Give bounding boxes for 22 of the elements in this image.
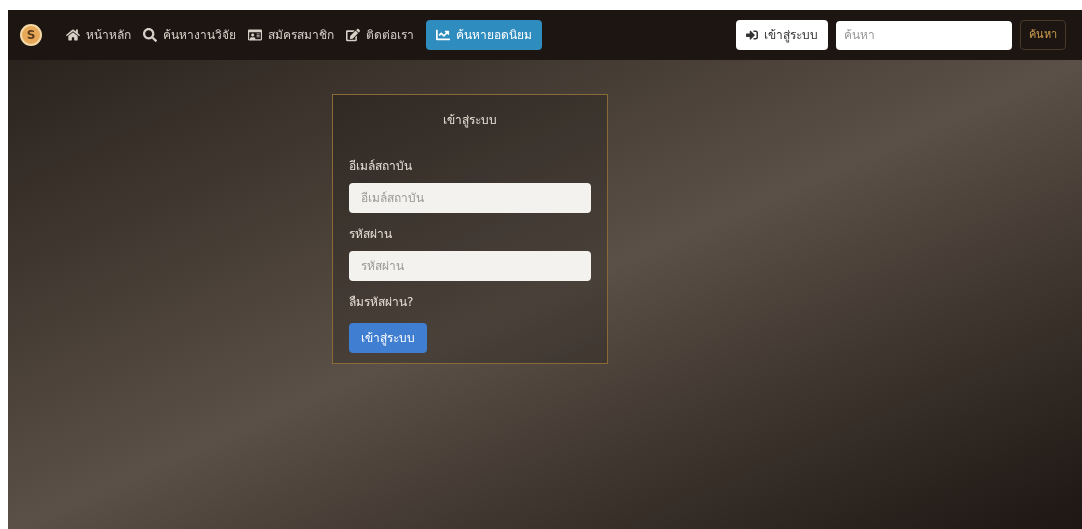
search-icon bbox=[143, 28, 157, 42]
submit-button[interactable]: เข้าสู่ระบบ bbox=[349, 323, 427, 353]
search-button[interactable]: ค้นหา bbox=[1020, 19, 1066, 51]
sign-in-icon bbox=[746, 29, 758, 41]
forgot-password-link[interactable]: ลืมรหัสผ่าน? bbox=[349, 293, 591, 311]
nav-link[interactable]: ค้นหางานวิจัย bbox=[143, 26, 236, 44]
nav-link[interactable]: ติดต่อเรา bbox=[346, 26, 414, 44]
input-field[interactable]: อีเมล์สถาบัน bbox=[349, 183, 591, 213]
field-label: อีเมล์สถาบัน bbox=[349, 158, 413, 175]
chart-icon bbox=[436, 28, 450, 42]
search-field[interactable]: ค้นหา bbox=[836, 20, 1012, 50]
nav-link[interactable]: สมัครสมาชิก bbox=[248, 26, 334, 44]
login-button[interactable]: เข้าสู่ระบบ bbox=[736, 20, 828, 50]
nav-link[interactable]: ค้นหายอดนิยม bbox=[426, 20, 542, 50]
home-icon bbox=[66, 28, 80, 42]
logo[interactable]: S bbox=[20, 24, 42, 46]
edit-icon bbox=[346, 28, 360, 42]
nav-link[interactable]: หน้าหลัก bbox=[66, 26, 131, 44]
input-field[interactable]: รหัสผ่าน bbox=[349, 251, 591, 281]
id-card-icon bbox=[248, 28, 262, 42]
field-label: รหัสผ่าน bbox=[349, 226, 393, 243]
form-title: เข้าสู่ระบบ bbox=[442, 112, 498, 129]
